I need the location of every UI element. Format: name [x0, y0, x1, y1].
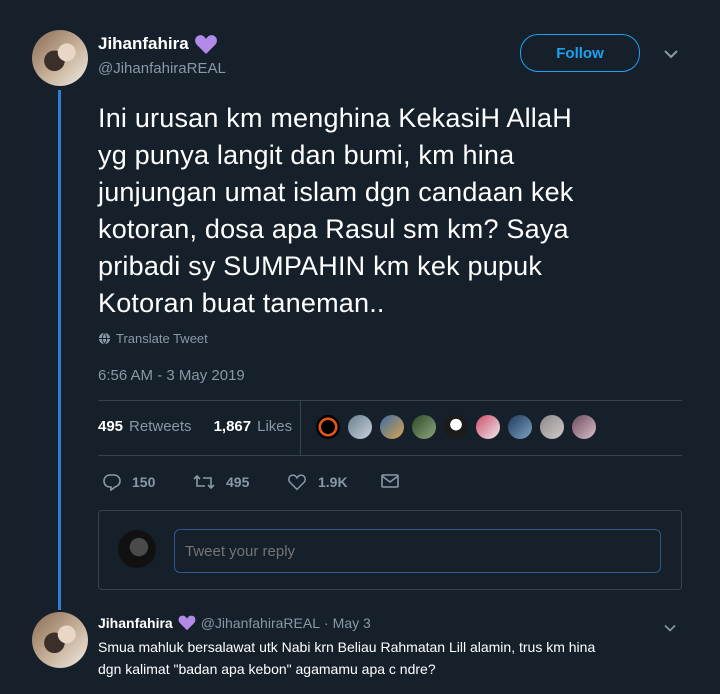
liker-avatar[interactable] [538, 413, 566, 441]
retweet-action[interactable]: 495 [192, 473, 249, 491]
purple-heart-icon [177, 614, 197, 631]
translate-label[interactable]: Translate Tweet [116, 331, 208, 346]
chevron-down-icon[interactable] [663, 47, 679, 65]
reply-separator: · [323, 614, 329, 631]
likes-count[interactable]: 1,867 [214, 418, 252, 435]
retweets-count[interactable]: 495 [98, 418, 123, 435]
translate-tweet-link[interactable]: Translate Tweet [98, 331, 208, 346]
like-icon[interactable] [286, 473, 308, 491]
liker-avatar[interactable] [314, 413, 342, 441]
reply-icon[interactable] [102, 473, 122, 491]
retweets-label[interactable]: Retweets [129, 418, 192, 435]
author-avatar[interactable] [32, 30, 88, 86]
tweet-text: Ini urusan km menghina KekasiH AllaH yg … [98, 100, 698, 322]
liker-avatar[interactable] [410, 413, 438, 441]
author-handle[interactable]: @JihanfahiraREAL [98, 60, 226, 77]
reply-count: 150 [132, 474, 156, 490]
reply-action[interactable]: 150 [102, 473, 155, 491]
tweet-text-line: junjungan umat islam dgn candaan kek [98, 177, 574, 207]
purple-heart-icon [193, 33, 219, 55]
reply-author-handle[interactable]: @JihanfahiraREAL [201, 615, 320, 631]
tweet-text-line: pribadi sy SUMPAHIN km kek pupuk [98, 251, 543, 281]
like-count: 1.9K [318, 474, 348, 490]
tweet-timestamp[interactable]: 6:56 AM - 3 May 2019 [98, 367, 245, 384]
tweet-text-line: kotoran, dosa apa Rasul sm km? Saya [98, 214, 569, 244]
divider [98, 455, 682, 456]
globe-icon [98, 332, 111, 345]
like-action[interactable]: 1.9K [286, 473, 348, 491]
tweet-text-line: yg punya langit dan bumi, km hina [98, 140, 515, 170]
dm-icon[interactable] [380, 473, 400, 489]
retweet-icon[interactable] [192, 473, 216, 491]
author-name[interactable]: Jihanfahira [98, 34, 189, 54]
liker-avatar[interactable] [442, 413, 470, 441]
reply-text-line: dgn kalimat "badan apa kebon" agamamu ap… [98, 661, 436, 677]
reply-text: Smua mahluk bersalawat utk Nabi krn Beli… [98, 636, 698, 680]
reply-author-name[interactable]: Jihanfahira [98, 615, 173, 631]
reply-author-avatar[interactable] [32, 612, 88, 668]
tweet-text-line: Kotoran buat taneman.. [98, 288, 385, 318]
reply-date[interactable]: May 3 [333, 615, 371, 631]
liker-avatar[interactable] [346, 413, 374, 441]
liker-avatars-row [314, 413, 598, 441]
liker-avatar[interactable] [378, 413, 406, 441]
tweet-text-line: Ini urusan km menghina KekasiH AllaH [98, 103, 572, 133]
liker-avatars [300, 400, 301, 456]
retweet-count: 495 [226, 474, 250, 490]
liker-avatar[interactable] [506, 413, 534, 441]
liker-avatar[interactable] [474, 413, 502, 441]
reply-header: Jihanfahira @JihanfahiraREAL · May 3 [98, 614, 371, 631]
liker-avatar[interactable] [570, 413, 598, 441]
viewer-avatar [118, 530, 156, 568]
tweet-stats: 495 Retweets 1,867 Likes [98, 418, 292, 435]
likes-label[interactable]: Likes [257, 418, 292, 435]
follow-button[interactable]: Follow [520, 34, 640, 72]
divider [98, 400, 682, 401]
dm-action[interactable] [380, 473, 400, 489]
author-name-row[interactable]: Jihanfahira [98, 33, 219, 55]
reply-input[interactable] [174, 529, 661, 573]
reply-text-line: Smua mahluk bersalawat utk Nabi krn Beli… [98, 639, 596, 655]
thread-line [58, 90, 61, 610]
